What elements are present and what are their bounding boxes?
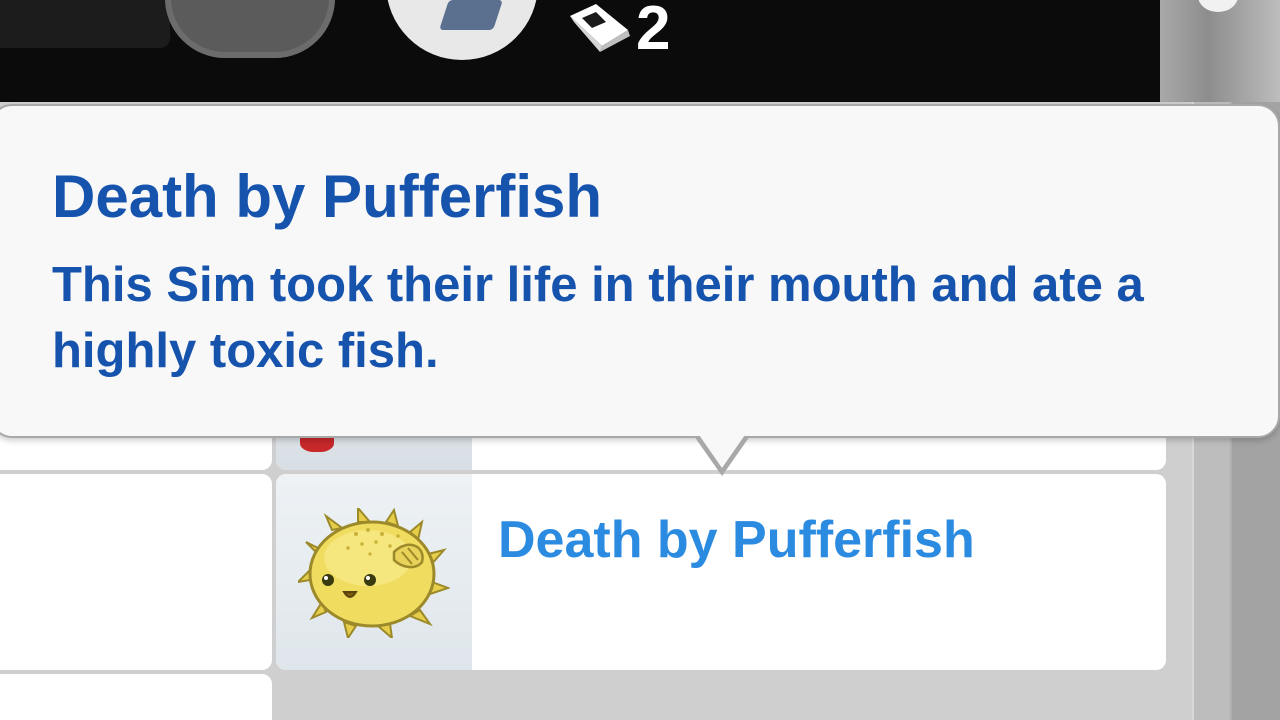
item-thumbnail <box>276 474 472 670</box>
item-label: Death by Pufferfish <box>498 511 975 569</box>
hud-left-panel <box>0 0 170 48</box>
tooltip-description: This Sim took their life in their mouth … <box>52 258 1144 378</box>
book-icon <box>570 4 630 52</box>
top-right-panel <box>1160 0 1280 102</box>
book-menu-button[interactable] <box>386 0 538 60</box>
top-knob[interactable] <box>1198 0 1238 12</box>
tooltip-pointer-fill <box>697 432 747 468</box>
list-item[interactable] <box>0 674 272 720</box>
book-counter: 2 <box>566 0 670 64</box>
tooltip-title: Death by Pufferfish <box>52 163 603 230</box>
list-item-death-by-pufferfish[interactable]: Death by Pufferfish <box>276 474 1166 670</box>
top-hud-bar: 2 <box>0 0 1160 102</box>
book-count-text: 2 <box>636 0 671 63</box>
book-cover-icon <box>439 0 503 30</box>
list-item[interactable] <box>0 474 272 670</box>
tooltip: Death by Pufferfish This Sim took their … <box>0 104 1280 438</box>
aspiration-button[interactable] <box>165 0 335 58</box>
pufferfish-icon <box>298 508 450 638</box>
